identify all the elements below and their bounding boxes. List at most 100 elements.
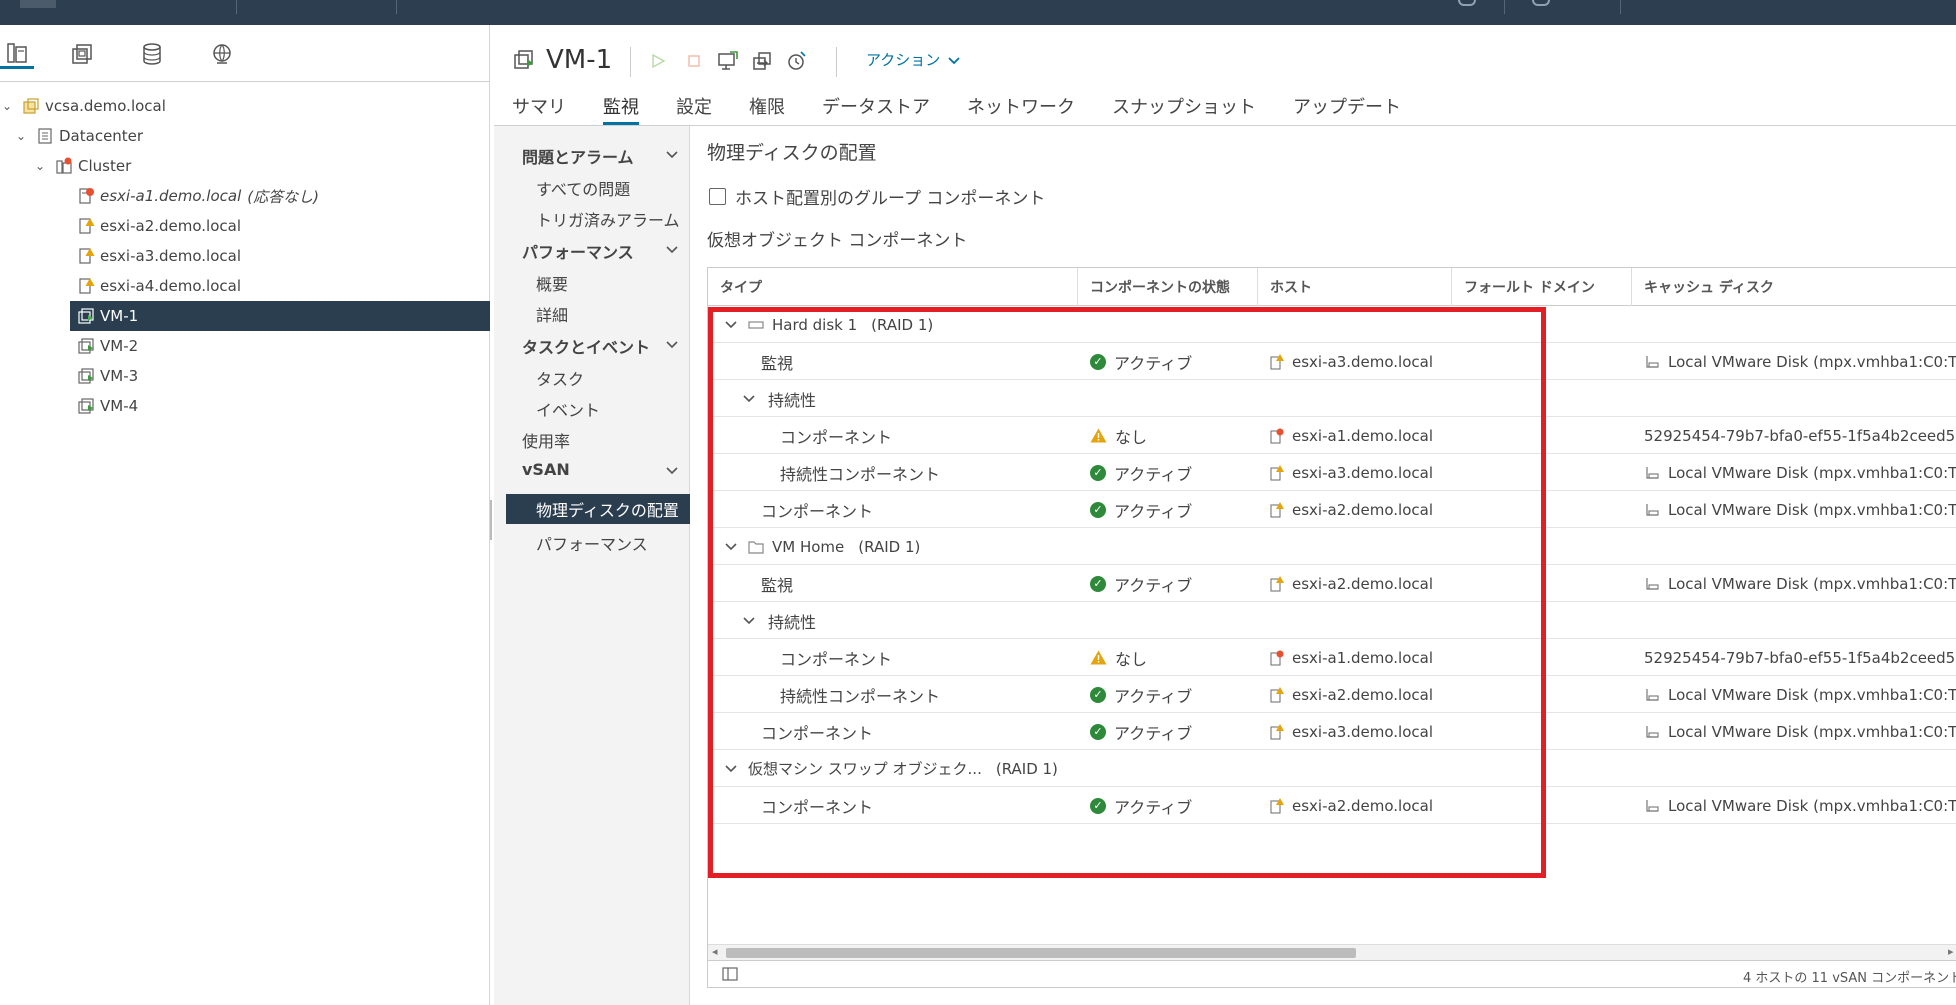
expand-chevron-icon[interactable] bbox=[724, 750, 738, 787]
tab-monitor[interactable]: 監視 bbox=[603, 93, 639, 125]
tree-item-vm-3[interactable]: VM-3 bbox=[0, 361, 490, 391]
section-tasks-events[interactable]: タスクとイベント bbox=[522, 334, 692, 358]
column-header-type[interactable]: タイプ bbox=[708, 268, 1078, 306]
host-name[interactable]: esxi-a2.demo.local bbox=[1292, 686, 1433, 704]
tab-permissions[interactable]: 権限 bbox=[749, 93, 785, 125]
help-icon[interactable] bbox=[1532, 0, 1550, 6]
chevron-down-icon[interactable]: ⌄ bbox=[33, 159, 47, 173]
nav-perf-overview[interactable]: 概要 bbox=[536, 271, 568, 295]
scrollbar-thumb[interactable] bbox=[726, 948, 1356, 958]
section-performance[interactable]: パフォーマンス bbox=[522, 239, 692, 263]
host-name[interactable]: esxi-a3.demo.local bbox=[1292, 353, 1433, 371]
networking-icon[interactable] bbox=[205, 39, 239, 69]
host-name[interactable]: esxi-a3.demo.local bbox=[1292, 464, 1433, 482]
tab-datastores[interactable]: データストア bbox=[822, 93, 930, 125]
table-row[interactable]: 監視 ✓ アクティブ esxi-a3.demo.local Local VMwar… bbox=[708, 343, 1956, 380]
tree-item-host-esxi-a2[interactable]: esxi-a2.demo.local bbox=[0, 211, 490, 241]
snapshot-icon[interactable] bbox=[784, 49, 808, 73]
menu-button[interactable] bbox=[20, 0, 56, 8]
tree-item-vcenter[interactable]: ⌄ vcsa.demo.local bbox=[0, 91, 490, 121]
horizontal-scrollbar[interactable]: ◂ ▸ bbox=[708, 944, 1956, 960]
tree-item-vm-4[interactable]: VM-4 bbox=[0, 391, 490, 421]
tree-item-vm-2[interactable]: VM-2 bbox=[0, 331, 490, 361]
host-name[interactable]: esxi-a3.demo.local bbox=[1292, 723, 1433, 741]
table-row[interactable]: Hard disk 1 (RAID 1) bbox=[708, 306, 1956, 343]
table-row[interactable]: 監視 ✓ アクティブ esxi-a2.demo.local Local VMwar… bbox=[708, 565, 1956, 602]
table-row[interactable]: 仮想マシン スワップ オブジェク... (RAID 1) bbox=[708, 750, 1956, 787]
table-row[interactable]: コンポーネント なし esxi-a1.demo.local 52925454-7… bbox=[708, 417, 1956, 454]
header-divider bbox=[1504, 0, 1505, 14]
tab-snapshots[interactable]: スナップショット bbox=[1112, 93, 1256, 125]
launch-console-icon[interactable] bbox=[716, 49, 740, 73]
host-name[interactable]: esxi-a2.demo.local bbox=[1292, 797, 1433, 815]
scroll-left-icon[interactable]: ◂ bbox=[712, 945, 718, 958]
disk-placement-view: 物理ディスクの配置 ホスト配置別のグループ コンポーネント 仮想オブジェクト コ… bbox=[691, 126, 1956, 1005]
storage-icon[interactable] bbox=[135, 39, 169, 69]
actions-label: アクション bbox=[866, 51, 941, 69]
group-by-host-checkbox[interactable] bbox=[709, 188, 726, 205]
table-row[interactable]: 持続性 bbox=[708, 602, 1956, 639]
migrate-icon[interactable] bbox=[750, 49, 774, 73]
refresh-icon[interactable] bbox=[1458, 0, 1476, 6]
column-header-cache-disk[interactable]: キャッシュ ディスク bbox=[1632, 268, 1956, 306]
tree-item-vm-1[interactable]: VM-1 bbox=[70, 301, 490, 331]
host-name[interactable]: esxi-a2.demo.local bbox=[1292, 501, 1433, 519]
tab-updates[interactable]: アップデート bbox=[1293, 93, 1401, 125]
vms-templates-icon[interactable] bbox=[65, 39, 99, 69]
tree-item-host-esxi-a1[interactable]: esxi-a1.demo.local (応答なし) bbox=[0, 181, 490, 211]
column-header-host[interactable]: ホスト bbox=[1258, 268, 1452, 306]
host-warning-icon bbox=[1270, 575, 1284, 592]
expand-chevron-icon[interactable] bbox=[724, 306, 738, 343]
expand-chevron-icon[interactable] bbox=[742, 380, 756, 417]
navigator-tabs bbox=[0, 25, 490, 82]
column-header-state[interactable]: コンポーネントの状態 bbox=[1078, 268, 1258, 306]
table-row[interactable]: 持続性コンポーネント ✓ アクティブ esxi-a3.demo.local Loc… bbox=[708, 454, 1956, 491]
power-off-icon[interactable] bbox=[682, 49, 706, 73]
tab-configure[interactable]: 設定 bbox=[676, 93, 712, 125]
nav-tasks[interactable]: タスク bbox=[536, 366, 584, 390]
tab-summary[interactable]: サマリ bbox=[512, 93, 566, 125]
host-cell: esxi-a2.demo.local bbox=[1270, 676, 1433, 713]
nav-physical-disk-placement[interactable]: 物理ディスクの配置 bbox=[506, 494, 690, 524]
tree-item-datacenter[interactable]: ⌄ Datacenter bbox=[0, 121, 490, 151]
tree-item-host-esxi-a4[interactable]: esxi-a4.demo.local bbox=[0, 271, 490, 301]
host-name[interactable]: esxi-a2.demo.local bbox=[1292, 575, 1433, 593]
nav-events[interactable]: イベント bbox=[536, 397, 600, 421]
host-name[interactable]: esxi-a1.demo.local bbox=[1292, 649, 1433, 667]
hosts-clusters-icon[interactable] bbox=[0, 39, 34, 69]
chevron-down-icon[interactable]: ⌄ bbox=[14, 129, 28, 143]
table-row[interactable]: VM Home (RAID 1) bbox=[708, 528, 1956, 565]
group-by-host-option[interactable]: ホスト配置別のグループ コンポーネント bbox=[709, 184, 1045, 209]
expand-chevron-icon[interactable] bbox=[742, 602, 756, 639]
scroll-right-icon[interactable]: ▸ bbox=[1948, 945, 1954, 958]
actions-menu[interactable]: アクション bbox=[866, 49, 960, 70]
table-row[interactable]: コンポーネント ✓ アクティブ esxi-a2.demo.local Local … bbox=[708, 787, 1956, 824]
expand-chevron-icon[interactable] bbox=[724, 528, 738, 565]
table-row[interactable]: コンポーネント ✓ アクティブ esxi-a2.demo.local Local … bbox=[708, 491, 1956, 528]
table-row[interactable]: コンポーネント ✓ アクティブ esxi-a3.demo.local Local … bbox=[708, 713, 1956, 750]
host-warning-icon bbox=[77, 247, 95, 265]
nav-perf-advanced[interactable]: 詳細 bbox=[536, 302, 568, 326]
nav-vsan-performance[interactable]: パフォーマンス bbox=[536, 531, 648, 555]
column-toggle-icon[interactable] bbox=[722, 967, 738, 981]
nav-all-issues[interactable]: すべての問題 bbox=[536, 176, 630, 200]
nav-utilization[interactable]: 使用率 bbox=[522, 428, 570, 452]
type-cell: コンポーネント bbox=[761, 723, 874, 743]
table-row[interactable]: コンポーネント なし esxi-a1.demo.local 52925454-7… bbox=[708, 639, 1956, 676]
table-row[interactable]: 持続性コンポーネント ✓ アクティブ esxi-a2.demo.local Loc… bbox=[708, 676, 1956, 713]
chevron-down-icon bbox=[666, 239, 678, 263]
host-name[interactable]: esxi-a1.demo.local bbox=[1292, 427, 1433, 445]
tree-item-label: esxi-a3.demo.local bbox=[100, 247, 241, 265]
chevron-down-icon[interactable]: ⌄ bbox=[0, 99, 14, 113]
tree-item-host-esxi-a3[interactable]: esxi-a3.demo.local bbox=[0, 241, 490, 271]
tree-item-cluster[interactable]: ⌄ Cluster bbox=[0, 151, 490, 181]
disk-icon bbox=[1644, 576, 1660, 592]
power-on-icon[interactable] bbox=[646, 49, 670, 73]
section-vsan[interactable]: vSAN bbox=[522, 460, 692, 479]
vm-powered-on-icon bbox=[77, 397, 95, 415]
table-row[interactable]: 持続性 bbox=[708, 380, 1956, 417]
column-header-fault-domain[interactable]: フォールト ドメイン bbox=[1452, 268, 1632, 306]
tab-networks[interactable]: ネットワーク bbox=[967, 93, 1075, 125]
section-issues-alarms[interactable]: 問題とアラーム bbox=[522, 144, 692, 168]
nav-triggered-alarms[interactable]: トリガ済みアラーム bbox=[536, 207, 680, 231]
